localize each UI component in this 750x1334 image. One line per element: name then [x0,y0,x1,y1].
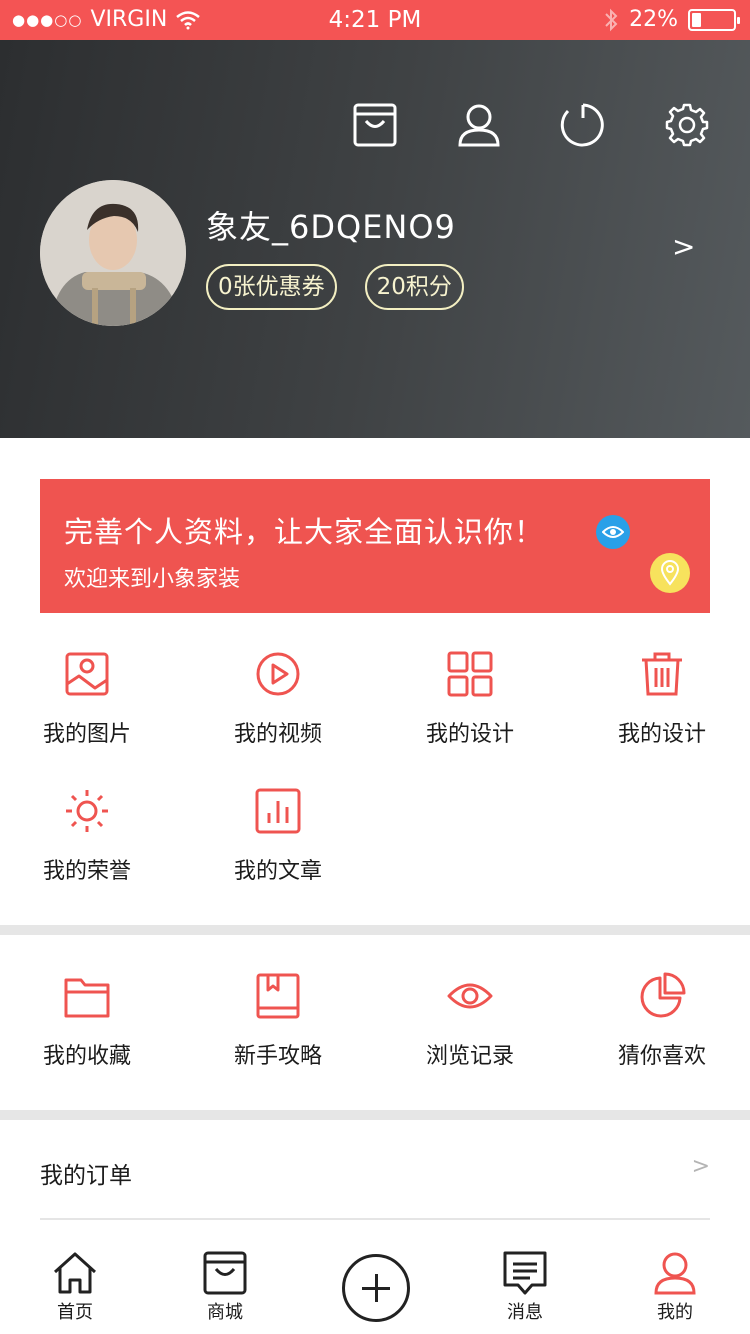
tab-label: 消息 [507,1302,543,1323]
play-icon [256,652,300,696]
chart-icon [255,788,301,834]
image-icon [65,652,109,696]
profile-icon [654,1252,696,1295]
avatar[interactable] [40,180,186,326]
grid-item-label: 我的设计 [425,722,514,747]
my-orders-row[interactable]: 我的订单 > [40,1120,710,1220]
trash-icon [642,652,682,696]
grid-item-label: 我的设计 [617,722,706,747]
grid-item-label: 新手攻略 [233,1044,322,1069]
chevron-right-icon: > [691,1154,710,1179]
grid-item-my-favorites[interactable]: 我的收藏 [7,972,167,1070]
grid-item-label: 我的文章 [233,859,322,884]
plus-icon[interactable] [342,1254,410,1322]
points-badge[interactable]: 20积分 [364,264,464,310]
pie-icon [640,972,686,1018]
shopping-bag-icon[interactable] [352,102,398,148]
home-icon [53,1252,97,1294]
grid-icon [447,651,493,697]
book-icon [256,973,300,1019]
message-icon [503,1251,547,1295]
tab-mine[interactable]: 我的 [620,1250,730,1324]
store-icon [203,1251,247,1295]
battery-icon [688,8,740,31]
profile-arrow-icon[interactable]: > [672,230,695,263]
grid-item-label: 我的荣誉 [42,859,131,884]
location-pin-icon [650,553,690,593]
user-icon[interactable] [456,102,502,148]
grid-item-label: 我的视频 [233,722,322,747]
tab-messages[interactable]: 消息 [470,1250,580,1324]
profile-banner[interactable]: 完善个人资料，让大家全面认识你！ 欢迎来到小象家装 [40,479,710,613]
tab-store[interactable]: 商城 [170,1250,280,1324]
tab-home[interactable]: 首页 [20,1250,130,1324]
battery-percent: 22% [629,7,678,32]
bluetooth-icon [605,8,618,31]
avatar-portrait [40,180,186,326]
section-divider [0,1110,750,1120]
eye-icon [447,983,493,1009]
grid-item-label: 浏览记录 [425,1044,514,1069]
grid-item-browse-history[interactable]: 浏览记录 [390,972,550,1070]
tab-label: 商城 [207,1302,243,1323]
grid-item-my-designs-2[interactable]: 我的设计 [582,650,742,748]
section-divider [0,925,750,935]
tab-bar: 首页 商城 消息 我的 [0,1240,750,1334]
grid-item-my-designs[interactable]: 我的设计 [390,650,550,748]
refresh-icon[interactable] [560,102,606,148]
profile-header: 象友_6DQENO9 0张优惠券 20积分 > [0,40,750,438]
tab-label: 我的 [657,1302,693,1323]
grid-item-my-articles[interactable]: 我的文章 [198,787,358,885]
header-actions [352,102,710,148]
grid-item-recommendations[interactable]: 猜你喜欢 [582,972,742,1070]
folder-icon [64,978,110,1018]
banner-title: 完善个人资料，让大家全面认识你！ [64,515,545,549]
grid-item-label: 猜你喜欢 [617,1044,706,1069]
banner-subtitle: 欢迎来到小象家装 [64,567,241,592]
grid-item-my-videos[interactable]: 我的视频 [198,650,358,748]
sun-icon [66,790,108,832]
battery-fill [692,12,701,27]
badge-row: 0张优惠券 20积分 [206,264,464,310]
grid-item-beginner-guide[interactable]: 新手攻略 [198,972,358,1070]
eye-badge-icon [596,515,630,549]
gear-icon[interactable] [664,102,710,148]
status-bar: ●●●○○ VIRGIN 4:21 PM 22% [0,0,750,40]
username: 象友_6DQENO9 [206,208,456,246]
coupon-badge[interactable]: 0张优惠券 [206,264,337,310]
grid-item-my-honors[interactable]: 我的荣誉 [7,787,167,885]
grid-item-my-pictures[interactable]: 我的图片 [7,650,167,748]
tab-label: 首页 [57,1302,93,1323]
grid-item-label: 我的收藏 [42,1044,131,1069]
my-orders-label: 我的订单 [40,1163,132,1189]
grid-item-label: 我的图片 [42,722,131,747]
